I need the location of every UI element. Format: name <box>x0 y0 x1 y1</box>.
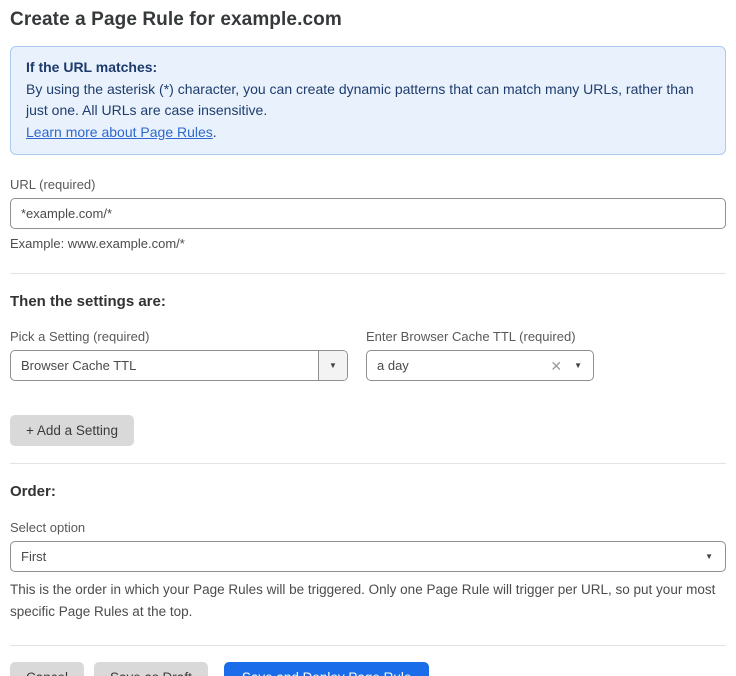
url-input[interactable] <box>10 198 726 229</box>
order-select-value: First <box>11 549 705 564</box>
ttl-picker-value: a day <box>367 358 550 373</box>
ttl-picker-select[interactable]: a day ✕ ▼ <box>366 350 594 381</box>
url-field-label: URL (required) <box>10 177 726 192</box>
divider <box>10 273 726 274</box>
setting-picker-label: Pick a Setting (required) <box>10 329 348 344</box>
order-select-icons: ▼ <box>705 553 725 561</box>
page-title: Create a Page Rule for example.com <box>10 9 726 31</box>
order-select-label: Select option <box>10 520 726 535</box>
setting-picker-dropdown-button[interactable]: ▼ <box>318 351 347 380</box>
page-rule-form: Create a Page Rule for example.com If th… <box>0 9 736 676</box>
ttl-picker-icons: ✕ ▼ <box>550 359 593 373</box>
save-as-draft-button[interactable]: Save as Draft <box>94 662 208 676</box>
info-box-link-line: Learn more about Page Rules. <box>26 122 710 144</box>
chevron-down-icon: ▼ <box>574 362 582 370</box>
divider <box>10 463 726 464</box>
link-suffix: . <box>213 124 217 140</box>
chevron-down-icon: ▼ <box>705 553 713 561</box>
info-box-body: By using the asterisk (*) character, you… <box>26 79 710 122</box>
setting-picker-column: Pick a Setting (required) Browser Cache … <box>10 310 348 381</box>
learn-more-link[interactable]: Learn more about Page Rules <box>26 124 213 140</box>
save-and-deploy-button[interactable]: Save and Deploy Page Rule <box>224 662 430 676</box>
setting-picker-value: Browser Cache TTL <box>11 358 318 373</box>
ttl-picker-column: Enter Browser Cache TTL (required) a day… <box>366 310 594 381</box>
settings-row: Pick a Setting (required) Browser Cache … <box>10 310 726 381</box>
footer-actions: Cancel Save as Draft Save and Deploy Pag… <box>10 662 726 676</box>
add-setting-button[interactable]: + Add a Setting <box>10 415 134 446</box>
info-box-heading: If the URL matches: <box>26 57 710 79</box>
url-match-info-box: If the URL matches: By using the asteris… <box>10 46 726 155</box>
settings-section-heading: Then the settings are: <box>10 293 726 310</box>
order-section-heading: Order: <box>10 483 726 500</box>
ttl-picker-label: Enter Browser Cache TTL (required) <box>366 329 594 344</box>
divider <box>10 645 726 646</box>
chevron-down-icon: ▼ <box>329 362 337 370</box>
cancel-button[interactable]: Cancel <box>10 662 84 676</box>
setting-picker-select[interactable]: Browser Cache TTL ▼ <box>10 350 348 381</box>
clear-icon[interactable]: ✕ <box>550 359 562 373</box>
order-description: This is the order in which your Page Rul… <box>10 579 726 623</box>
order-select[interactable]: First ▼ <box>10 541 726 572</box>
url-example-hint: Example: www.example.com/* <box>10 236 726 251</box>
